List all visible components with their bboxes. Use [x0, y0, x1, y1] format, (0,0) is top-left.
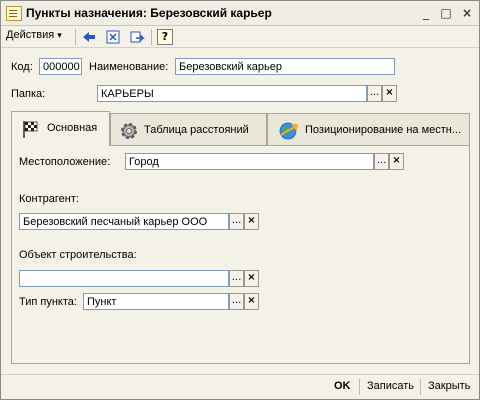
point-type-field[interactable]: Пункт	[83, 293, 229, 310]
location-select-button[interactable]: ...	[374, 153, 389, 170]
construction-object-field[interactable]	[19, 270, 229, 287]
name-field[interactable]: Березовский карьер	[175, 58, 395, 75]
tab-positioning-label: Позиционирование на местн...	[305, 124, 462, 136]
counterparty-select-button[interactable]: ...	[229, 213, 244, 230]
dialog-window: Пункты назначения: Березовский карьер _ …	[0, 0, 480, 400]
button-separator	[359, 379, 360, 395]
folder-label: Папка:	[11, 88, 46, 100]
folder-select-button[interactable]: ...	[367, 85, 382, 102]
folder-field[interactable]: КАРЬЕРЫ	[97, 85, 367, 102]
chevron-down-icon: ▾	[57, 31, 62, 41]
point-type-select-button[interactable]: ...	[229, 293, 244, 310]
tab-positioning[interactable]: Позиционирование на местн...	[267, 113, 470, 145]
construction-object-clear-button[interactable]: ×	[244, 270, 259, 287]
toolbar: Действия ▾ ?	[1, 26, 479, 48]
bottom-button-bar: OK Записать Закрыть	[1, 374, 479, 399]
folder-clear-button[interactable]: ×	[382, 85, 397, 102]
globe-arrow-icon	[279, 122, 298, 140]
point-type-label: Тип пункта:	[19, 296, 77, 308]
title-bar[interactable]: Пункты назначения: Березовский карьер _ …	[1, 1, 479, 26]
counterparty-label: Контрагент:	[19, 193, 79, 205]
location-label: Местоположение:	[19, 156, 111, 168]
tab-distance-table-label: Таблица расстояний	[144, 124, 249, 136]
actions-menu-label: Действия	[6, 29, 55, 41]
location-field[interactable]: Город	[125, 153, 374, 170]
tab-main[interactable]: Основная	[11, 111, 110, 146]
toolbar-separator	[151, 29, 152, 45]
structure-icon[interactable]	[104, 28, 122, 46]
back-arrow-icon[interactable]	[80, 28, 98, 46]
document-icon	[6, 6, 22, 21]
name-label: Наименование:	[89, 61, 169, 73]
code-label: Код:	[11, 61, 33, 73]
point-type-clear-button[interactable]: ×	[244, 293, 259, 310]
construction-object-label: Объект строительства:	[19, 249, 137, 261]
counterparty-field[interactable]: Березовский песчаный карьер ООО	[19, 213, 229, 230]
construction-object-select-button[interactable]: ...	[229, 270, 244, 287]
location-clear-button[interactable]: ×	[389, 153, 404, 170]
close-window-button[interactable]: ×	[460, 6, 474, 20]
close-button[interactable]: Закрыть	[428, 380, 470, 392]
minimize-button[interactable]: _	[419, 6, 433, 20]
checkered-flag-icon	[23, 121, 38, 138]
button-separator	[420, 379, 421, 395]
gear-icon	[121, 123, 137, 139]
code-field[interactable]: 000000	[39, 58, 82, 75]
help-button[interactable]: ?	[157, 29, 173, 45]
tab-main-label: Основная	[47, 122, 98, 134]
actions-menu[interactable]: Действия ▾	[6, 29, 62, 44]
save-button[interactable]: Записать	[367, 380, 414, 392]
navigate-icon[interactable]	[128, 28, 146, 46]
tab-distance-table[interactable]: Таблица расстояний	[110, 113, 267, 145]
tab-bar: Основная Таблица расстояний Позициониров…	[11, 111, 470, 146]
ok-button[interactable]: OK	[334, 380, 351, 392]
counterparty-clear-button[interactable]: ×	[244, 213, 259, 230]
toolbar-separator	[75, 29, 76, 45]
maximize-button[interactable]: □	[439, 6, 453, 20]
window-title: Пункты назначения: Березовский карьер	[26, 6, 272, 20]
